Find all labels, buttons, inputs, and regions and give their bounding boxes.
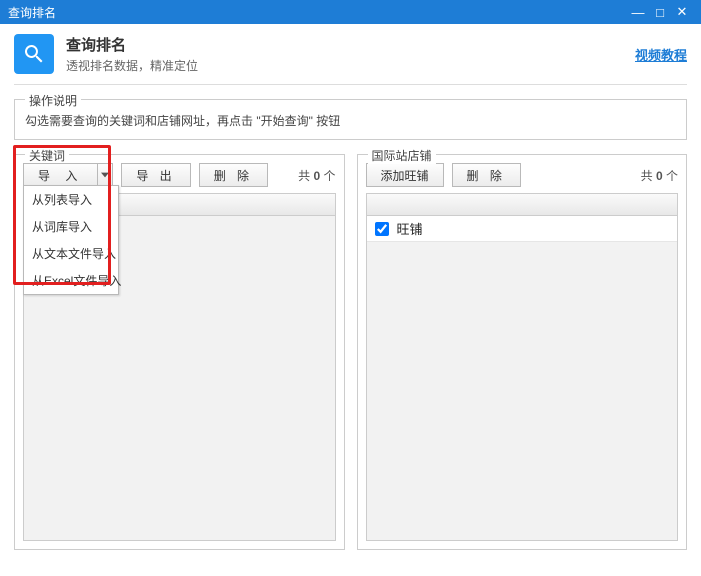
shop-label: 旺铺 bbox=[397, 219, 423, 238]
chevron-down-icon bbox=[101, 172, 109, 178]
header: 查询排名 透视排名数据，精准定位 视频教程 bbox=[0, 24, 701, 82]
page-title: 查询排名 bbox=[66, 34, 198, 55]
import-from-textfile-item[interactable]: 从文本文件导入 bbox=[24, 240, 118, 267]
window-titlebar: 查询排名 — □ ✕ bbox=[0, 0, 701, 24]
instructions-group: 操作说明 勾选需要查询的关键词和店铺网址，再点击 "开始查询" 按钮 bbox=[14, 99, 687, 140]
import-dropdown-menu: 从列表导入 从词库导入 从文本文件导入 从Excel文件导入 bbox=[23, 185, 119, 295]
export-button[interactable]: 导 出 bbox=[121, 163, 190, 187]
shops-list-body: 旺铺 bbox=[367, 216, 678, 540]
shops-list[interactable]: 旺铺 bbox=[366, 193, 679, 541]
shop-checkbox[interactable] bbox=[375, 222, 389, 236]
video-tutorial-link[interactable]: 视频教程 bbox=[635, 45, 687, 64]
shops-pane: 国际站店铺 添加旺铺 删 除 共 0 个 旺铺 bbox=[357, 154, 688, 550]
instructions-legend: 操作说明 bbox=[25, 92, 81, 109]
import-button[interactable]: 导 入 bbox=[23, 163, 97, 187]
window-maximize-button[interactable]: □ bbox=[649, 5, 671, 20]
shops-count: 共 0 个 bbox=[641, 167, 678, 184]
import-from-excel-item[interactable]: 从Excel文件导入 bbox=[24, 267, 118, 294]
instructions-text: 勾选需要查询的关键词和店铺网址，再点击 "开始查询" 按钮 bbox=[25, 110, 676, 129]
import-from-thesaurus-item[interactable]: 从词库导入 bbox=[24, 213, 118, 240]
delete-shop-button[interactable]: 删 除 bbox=[452, 163, 521, 187]
keywords-count: 共 0 个 bbox=[298, 167, 335, 184]
import-split-button[interactable]: 导 入 bbox=[23, 163, 113, 187]
import-from-list-item[interactable]: 从列表导入 bbox=[24, 186, 118, 213]
shops-list-header bbox=[367, 194, 678, 216]
page-subtitle: 透视排名数据，精准定位 bbox=[66, 57, 198, 74]
window-close-button[interactable]: ✕ bbox=[671, 4, 693, 20]
search-icon bbox=[14, 34, 54, 74]
keywords-toolbar: 导 入 导 出 删 除 共 0 个 从列表导入 从词库导入 从文本文件导入 从E… bbox=[15, 155, 344, 193]
add-shop-button[interactable]: 添加旺铺 bbox=[366, 163, 444, 187]
keywords-pane: 关键词 导 入 导 出 删 除 共 0 个 从列表导入 从词库导入 从文本文件导… bbox=[14, 154, 345, 550]
import-dropdown-caret[interactable] bbox=[97, 163, 113, 187]
divider bbox=[14, 84, 687, 85]
delete-keywords-button[interactable]: 删 除 bbox=[199, 163, 268, 187]
list-item[interactable]: 旺铺 bbox=[367, 216, 678, 242]
window-title: 查询排名 bbox=[8, 4, 627, 21]
window-minimize-button[interactable]: — bbox=[627, 5, 649, 20]
shops-legend: 国际站店铺 bbox=[368, 147, 436, 164]
